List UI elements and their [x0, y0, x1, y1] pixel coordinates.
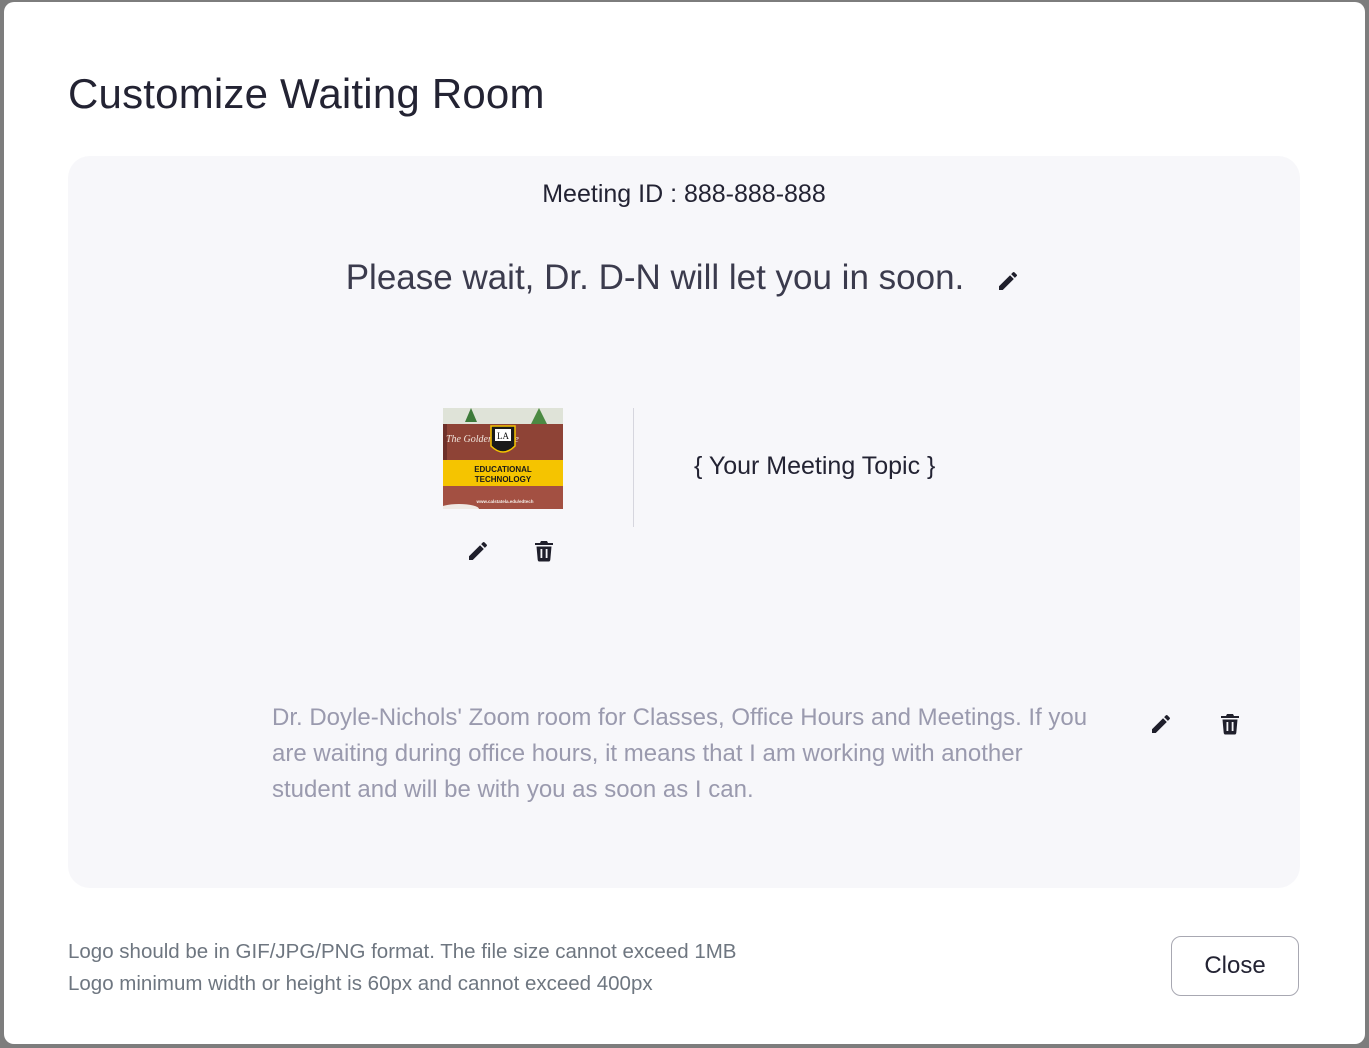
logo-banner-line1: EDUCATIONAL	[474, 465, 532, 474]
dialog-title: Customize Waiting Room	[68, 70, 545, 117]
logo-requirements-notes: Logo should be in GIF/JPG/PNG format. Th…	[68, 936, 736, 1000]
delete-description-trash-icon[interactable]	[1216, 710, 1244, 738]
close-button[interactable]: Close	[1171, 936, 1299, 996]
meeting-id: Meeting ID : 888-888-888	[542, 180, 826, 208]
edit-logo-pencil-icon[interactable]	[465, 538, 491, 564]
logo-image: The Golden Eagle LA EDUCATIONAL TECHNOLO…	[443, 408, 563, 509]
delete-logo-trash-icon[interactable]	[531, 538, 557, 564]
logo-url-text: www.calstatela.edu/edtech	[475, 499, 533, 504]
vertical-divider	[633, 408, 634, 527]
waiting-title: Please wait, Dr. D-N will let you in soo…	[345, 258, 965, 297]
meeting-topic: { Your Meeting Topic }	[694, 452, 936, 480]
logo-banner-line2: TECHNOLOGY	[475, 475, 532, 484]
logo-format-note: Logo should be in GIF/JPG/PNG format. Th…	[68, 940, 737, 963]
edit-description-pencil-icon[interactable]	[1147, 710, 1175, 738]
waiting-room-description: Dr. Doyle-Nichols' Zoom room for Classes…	[272, 704, 1088, 803]
edit-title-pencil-icon[interactable]	[994, 267, 1022, 295]
logo-badge-text: LA	[497, 431, 509, 441]
waiting-room-preview: Meeting ID : 888-888-888 Please wait, Dr…	[68, 156, 1300, 888]
customize-waiting-room-dialog: Customize Waiting Room Meeting ID : 888-…	[4, 2, 1365, 1044]
logo-size-note: Logo minimum width or height is 60px and…	[68, 972, 653, 995]
waiting-title-row: Please wait, Dr. D-N will let you in soo…	[68, 256, 1300, 300]
